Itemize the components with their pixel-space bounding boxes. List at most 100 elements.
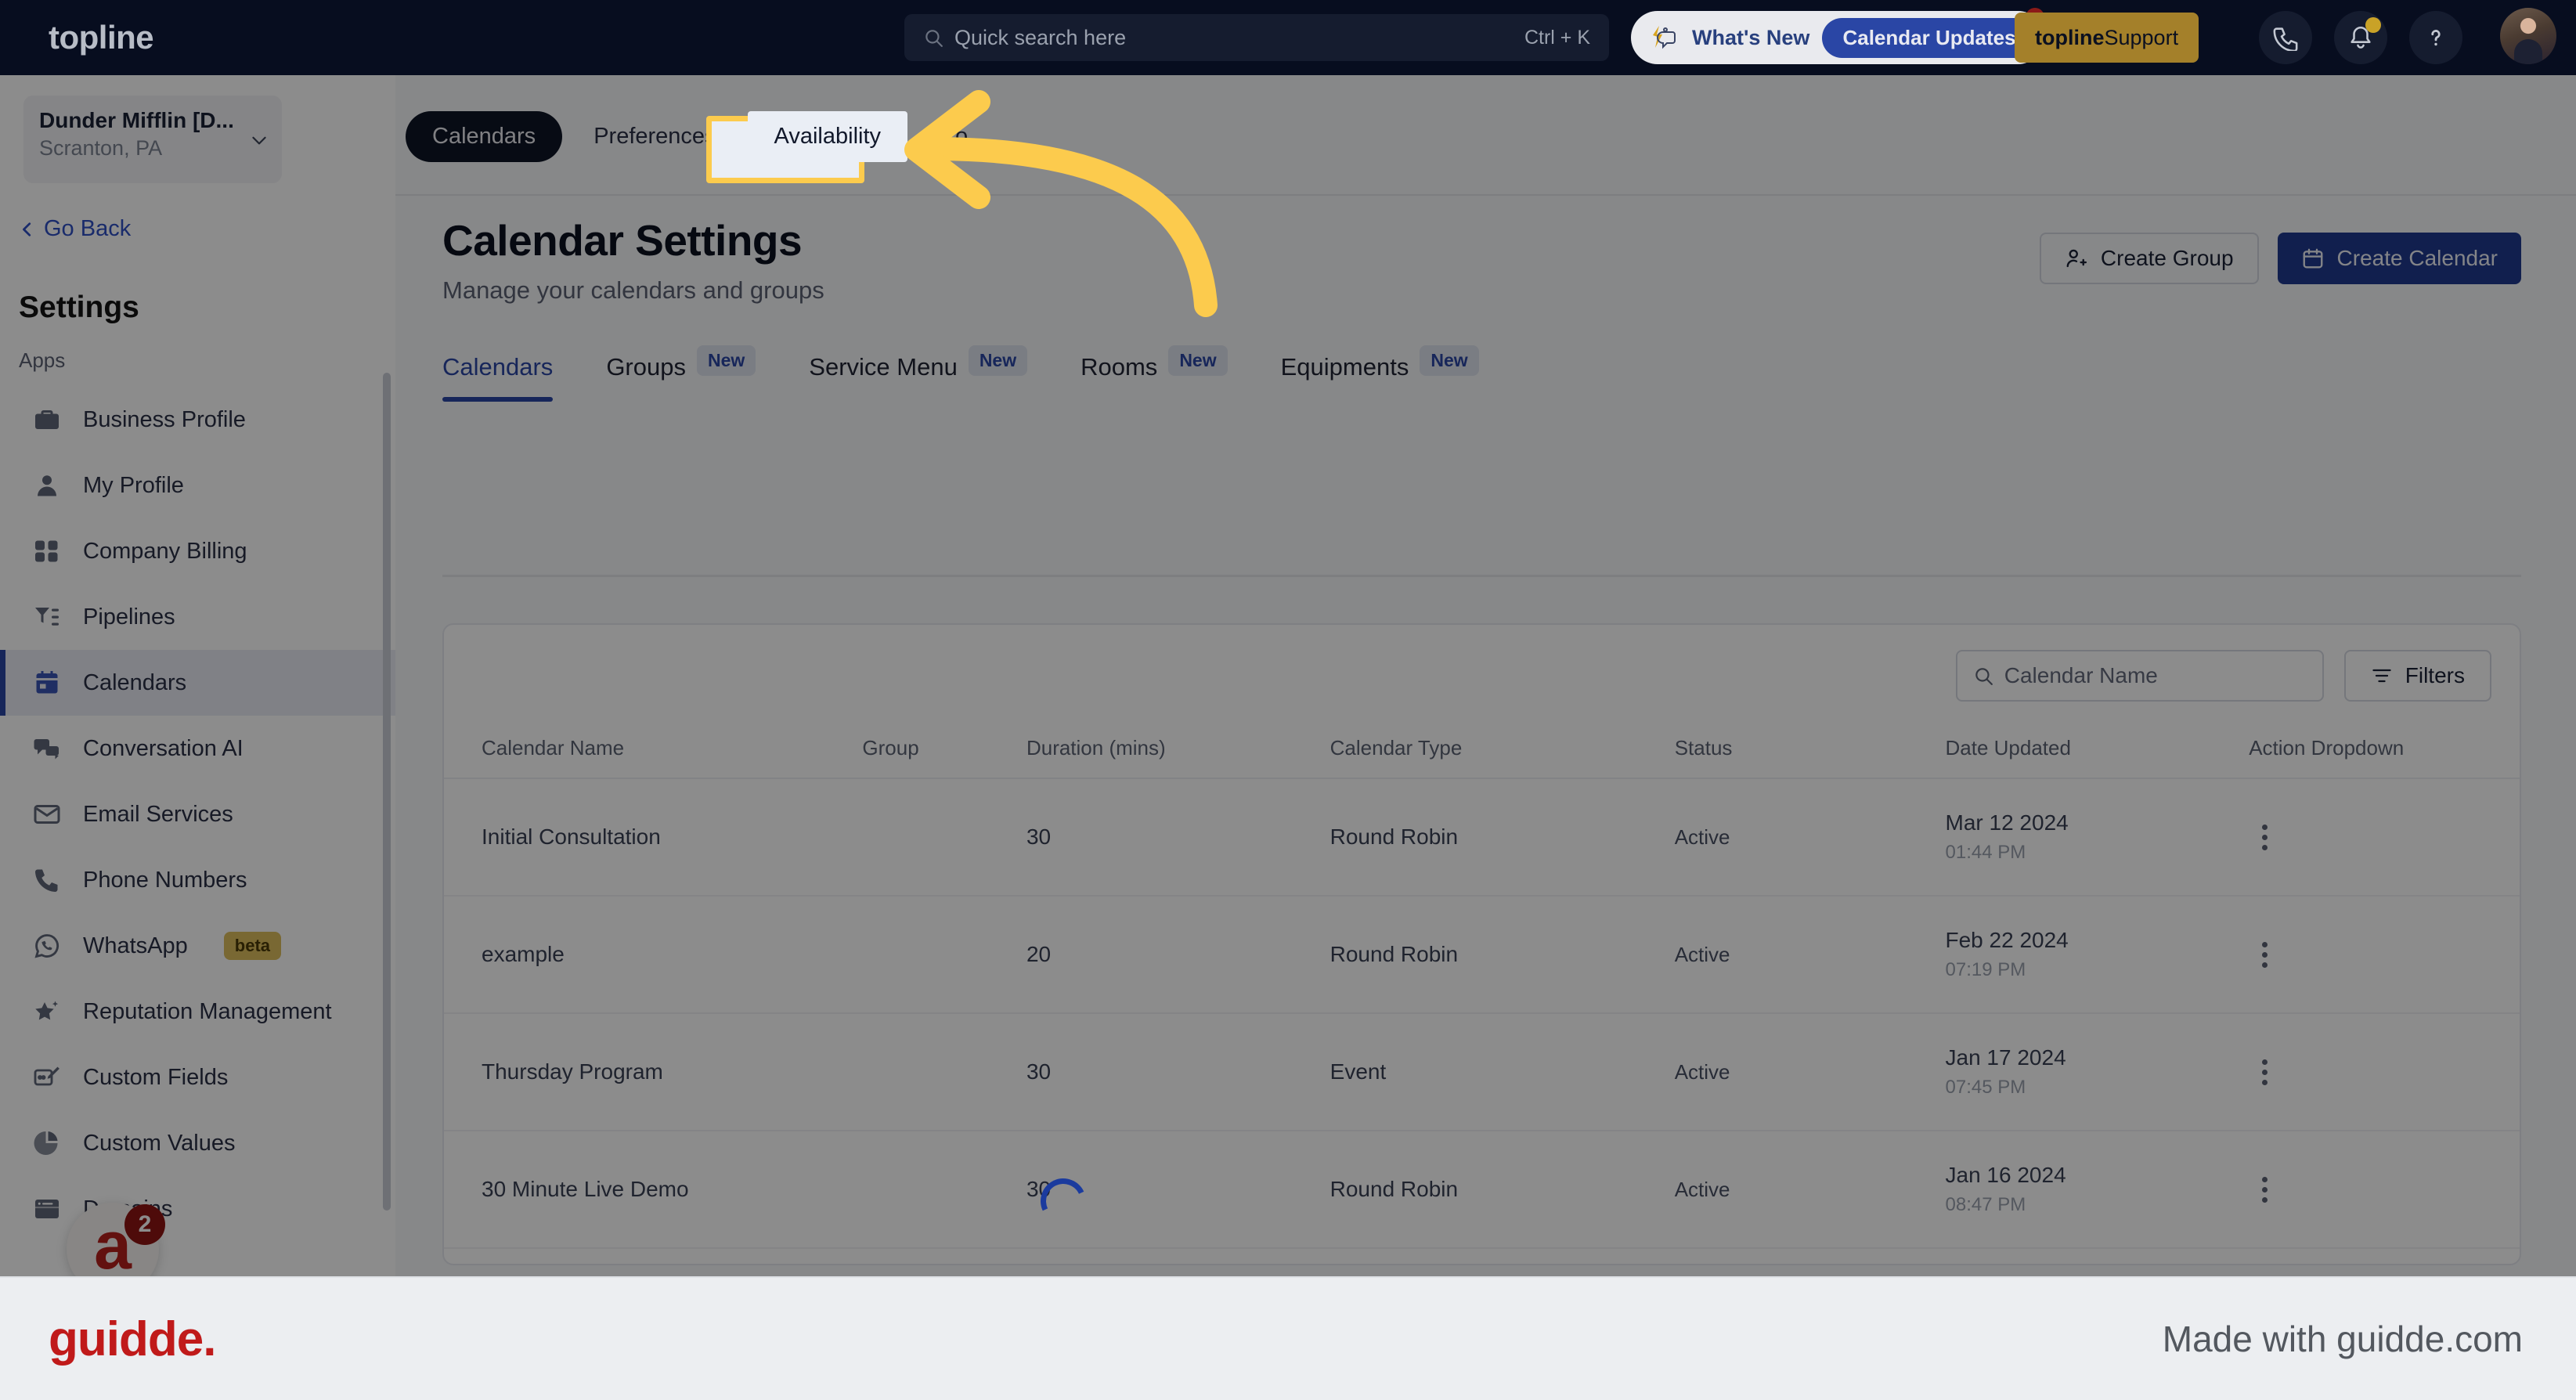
cell-group [862, 896, 1026, 1014]
cell-date-updated: Mar 12 2024 01:44 PM [1945, 778, 2249, 897]
sidebar-item-custom-fields[interactable]: Custom Fields [0, 1045, 395, 1110]
user-avatar[interactable] [2500, 8, 2556, 64]
sidebar-item-label: My Profile [83, 472, 184, 498]
column-header-duration[interactable]: Duration (mins) [1026, 722, 1330, 779]
sidebar-item-pipelines[interactable]: Pipelines [0, 584, 395, 650]
chat-bubbles-icon [34, 739, 59, 760]
cell-duration: 20 [1026, 896, 1330, 1014]
sidebar-item-custom-values[interactable]: Custom Values [0, 1110, 395, 1176]
cell-action [2249, 1013, 2520, 1131]
calendars-table-card: Filters Calendar Name Group Duration (mi… [442, 623, 2521, 1265]
subtab-rooms[interactable]: Rooms New [1081, 345, 1228, 402]
whats-new-button[interactable]: What's New Calendar Updates [1631, 8, 2044, 64]
sidebar-item-label: Business Profile [83, 406, 246, 432]
row-action-menu-icon[interactable] [2249, 1176, 2280, 1203]
date-value: Mar 12 2024 [1945, 810, 2069, 835]
global-search[interactable]: Ctrl + K [904, 14, 1609, 61]
cell-group [862, 778, 1026, 897]
tab-connections[interactable]: Co [912, 111, 994, 162]
date-value: Jan 17 2024 [1945, 1045, 2066, 1070]
sidebar-item-my-profile[interactable]: My Profile [0, 453, 395, 518]
help-button[interactable] [2409, 11, 2462, 64]
sidebar-item-label: WhatsApp [83, 933, 188, 958]
subtab-label: Rooms [1081, 353, 1158, 381]
filters-button[interactable]: Filters [2343, 650, 2491, 702]
org-switcher[interactable]: Dunder Mifflin [D... Scranton, PA [23, 96, 282, 183]
table-row[interactable]: Thursday Program 30 Event Active Jan 17 … [444, 1013, 2520, 1131]
subtab-calendars[interactable]: Calendars [442, 353, 554, 402]
calendar-updates-badge[interactable]: Calendar Updates [1822, 17, 2037, 58]
pie-chart-icon [34, 1131, 58, 1155]
table-body: Initial Consultation 30 Round Robin Acti… [444, 778, 2520, 1264]
cell-status: Active [1674, 1131, 1946, 1249]
tab-calendars[interactable]: Calendars [406, 111, 563, 162]
bell-badge-dot [2365, 17, 2381, 33]
cell-date-updated: Jan 16 2024 08:47 PM [1945, 1131, 2249, 1249]
calendar-name-search[interactable] [1955, 650, 2324, 702]
cell-calendar-type: Round Robin [1329, 1248, 1675, 1264]
funnel-icon [35, 608, 59, 626]
phone-button[interactable] [2259, 11, 2312, 64]
subtab-groups[interactable]: Groups New [606, 345, 756, 402]
time-value: 01:44 PM [1945, 842, 2026, 863]
column-header-date-updated[interactable]: Date Updated [1945, 722, 2249, 779]
cell-status: Active [1674, 1248, 1946, 1264]
topline-support-button[interactable]: topline Support [2015, 13, 2199, 63]
sidebar-item-label: Conversation AI [83, 735, 244, 761]
sidebar-item-company-billing[interactable]: Company Billing [0, 518, 395, 584]
notifications-button[interactable] [2334, 11, 2387, 64]
main-content: Calendars Preferences Availability Co Ca… [395, 75, 2576, 1276]
row-action-menu-icon[interactable] [2249, 824, 2280, 850]
go-back-link[interactable]: Go Back [19, 216, 395, 242]
calculator-icon [35, 540, 58, 562]
search-icon [925, 30, 943, 47]
sidebar-item-calendars[interactable]: Calendars [0, 650, 395, 716]
cell-date-updated: Feb 22 2024 07:19 PM [1945, 896, 2249, 1014]
sidebar-item-business-profile[interactable]: Business Profile [0, 387, 395, 453]
guidde-logo: guidde. [49, 1312, 216, 1366]
subtab-service-menu[interactable]: Service Menu New [809, 345, 1028, 402]
tab-availability[interactable]: Availability [747, 111, 908, 162]
table-row[interactable]: example 20 Round Robin Active Feb 22 202… [444, 896, 2520, 1014]
sidebar-item-email-services[interactable]: Email Services [0, 781, 395, 847]
topline-logo[interactable]: topline [49, 19, 154, 56]
sidebar-item-reputation-management[interactable]: Reputation Management [0, 979, 395, 1045]
status-badge: Active [1674, 825, 1730, 849]
calendar-name-input[interactable] [2004, 663, 2307, 688]
column-header-group[interactable]: Group [862, 722, 1026, 779]
phone-icon [35, 869, 58, 892]
column-header-action[interactable]: Action Dropdown [2249, 722, 2520, 779]
create-group-button[interactable]: Create Group [2039, 233, 2259, 284]
table-row[interactable]: Thursday Cal 30 Round Robin Active Jan 1… [444, 1248, 2520, 1264]
row-action-menu-icon[interactable] [2249, 1059, 2280, 1085]
sidebar-scrollbar[interactable] [383, 373, 391, 1211]
search-input[interactable] [954, 25, 1524, 50]
go-back-label: Go Back [44, 216, 132, 241]
sidebar-item-conversation-ai[interactable]: Conversation AI [0, 716, 395, 781]
sidebar-item-phone-numbers[interactable]: Phone Numbers beta [0, 847, 395, 913]
sidebar-item-label: Custom Values [83, 1130, 236, 1156]
table-row[interactable]: 30 Minute Live Demo 30 Round Robin Activ… [444, 1131, 2520, 1249]
table-row[interactable]: Initial Consultation 30 Round Robin Acti… [444, 778, 2520, 897]
create-calendar-button[interactable]: Create Calendar [2277, 233, 2521, 284]
column-header-calendar-type[interactable]: Calendar Type [1329, 722, 1675, 779]
status-badge: Active [1674, 1060, 1730, 1084]
subtab-equipments[interactable]: Equipments New [1281, 345, 1479, 402]
date-value: Jan 16 2024 [1945, 1163, 2066, 1187]
column-header-calendar-name[interactable]: Calendar Name [444, 722, 863, 779]
calendars-table: Calendar Name Group Duration (mins) Cale… [444, 722, 2520, 1264]
chevron-down-icon [252, 136, 266, 145]
sidebar-item-whatsapp[interactable]: WhatsApp beta [0, 913, 395, 979]
star-sparkle-icon [35, 1001, 59, 1020]
search-shortcut: Ctrl + K [1524, 26, 1590, 49]
table-header: Calendar Name Group Duration (mins) Cale… [444, 722, 2520, 779]
time-value: 07:45 PM [1945, 1077, 2026, 1098]
cell-duration: 30 [1026, 1013, 1330, 1131]
cell-duration: 30 [1026, 778, 1330, 897]
briefcase-icon [35, 410, 59, 429]
row-action-menu-icon[interactable] [2249, 941, 2280, 968]
cell-calendar-name: example [444, 896, 863, 1014]
sidebar-item-domains[interactable]: Domains [0, 1176, 395, 1242]
column-header-status[interactable]: Status [1674, 722, 1946, 779]
filters-label: Filters [2405, 663, 2465, 687]
